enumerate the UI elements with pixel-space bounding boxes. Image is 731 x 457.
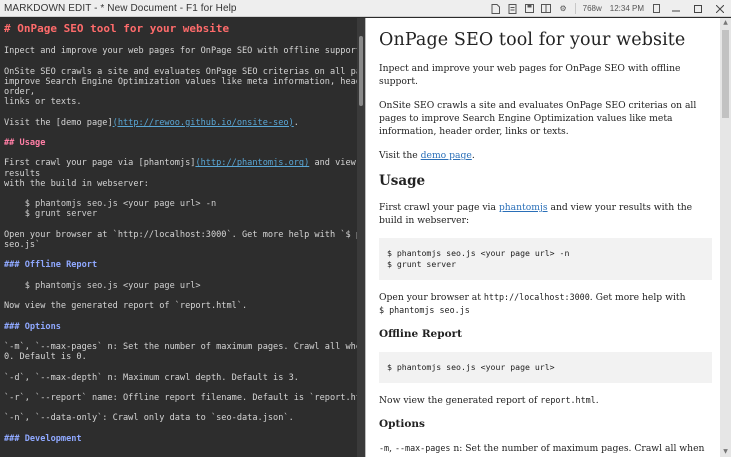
editor-blank-line (4, 148, 357, 158)
editor-code-line: $ phantomjs seo.js <your page url> (4, 280, 201, 291)
help-code: $ phantomjs seo.js (379, 305, 470, 315)
editor-line: with the build in webserver: (4, 178, 149, 189)
markdown-editor[interactable]: # OnPage SEO tool for your website Inpect… (0, 18, 357, 457)
demo-page-link[interactable]: demo page (421, 150, 472, 161)
editor-blank-line (4, 311, 357, 321)
editor-blank-line (4, 383, 357, 393)
options-heading: Options (379, 418, 425, 430)
text: Now view the generated report of (379, 395, 541, 406)
window-title: MARKDOWN EDIT - * New Document - F1 for … (4, 2, 237, 14)
report-code: report.html (540, 395, 596, 405)
editor-blank-line (4, 291, 357, 301)
editor-heading-3: ### Options (4, 321, 61, 332)
editor-link: (http://phantomjs.org) (195, 158, 310, 169)
scroll-up-icon[interactable]: ▲ (720, 18, 731, 28)
option-flag-long: --max-pages (394, 443, 451, 453)
localhost-code: http://localhost:3000 (483, 292, 590, 302)
editor-heading-1: # OnPage SEO tool for your website (4, 22, 230, 35)
editor-code-line: $ phantomjs seo.js <your page url> -n (4, 199, 217, 210)
close-button[interactable] (709, 0, 731, 17)
preview-intro: Inpect and improve your web pages for On… (379, 63, 681, 87)
save-icon[interactable] (524, 3, 535, 14)
editor-blank-line (4, 128, 357, 138)
separator (574, 3, 576, 14)
text: Visit the (379, 150, 421, 161)
editor-blank-line (4, 250, 357, 260)
usage-heading: Usage (379, 173, 426, 189)
phantomjs-link[interactable]: phantomjs (499, 202, 548, 213)
editor-text: First crawl your page via [phantomjs] (4, 158, 196, 169)
editor-line: OnSite SEO crawls a site and evaluates O… (4, 66, 357, 77)
clock: 12:34 PM (609, 4, 644, 13)
title-bar-controls: ⚙ 768w 12:34 PM (487, 0, 731, 17)
gear-icon[interactable]: ⚙ (558, 3, 569, 14)
preview-description: OnSite SEO crawls a site and evaluates O… (379, 100, 697, 137)
editor-blank-line (4, 271, 357, 281)
text: . Get more help with (589, 292, 686, 303)
status-icon (651, 3, 662, 14)
editor-line: Visit the [demo page](http://rewoo.githu… (4, 118, 357, 128)
editor-code-line: $ grunt server (4, 209, 98, 220)
editor-line: order, (4, 86, 36, 97)
document-icon[interactable] (490, 3, 501, 14)
usage-paragraph: First crawl your page via phantomjs and … (379, 201, 712, 227)
editor-line: `-m`, `--max-pages` n: Set the number of… (4, 341, 357, 352)
title-bar: MARKDOWN EDIT - * New Document - F1 for … (0, 0, 731, 17)
editor-blank-line (4, 56, 357, 66)
text: First crawl your page via (379, 202, 499, 213)
option-flag: -m (379, 443, 390, 453)
scroll-down-icon[interactable]: ▼ (720, 447, 731, 457)
editor-scrollbar-thumb[interactable] (359, 36, 363, 106)
editor-text: and view your (314, 158, 356, 169)
editor-line: improve Search Engine Optimization value… (4, 76, 357, 87)
editor-text: . (293, 117, 299, 128)
usage-code-block: $ phantomjs seo.js <your page url> -n $ … (379, 238, 712, 280)
preview-visit: Visit the demo page. (379, 149, 712, 162)
report-paragraph: Now view the generated report of report.… (379, 394, 712, 407)
browser-paragraph: Open your browser at http://localhost:30… (379, 291, 712, 317)
preview-title: OnPage SEO tool for your website (379, 30, 686, 50)
editor-blank-line (4, 107, 357, 117)
editor-link: (http://rewoo.github.io/onsite-seo) (112, 117, 294, 128)
word-count: 768w (582, 4, 602, 13)
options-paragraph: -m, --max-pages n: Set the number of max… (379, 442, 712, 457)
editor-line: Inpect and improve your web pages for On… (4, 46, 357, 57)
text: . (595, 395, 599, 406)
preview-scrollbar-thumb[interactable] (722, 30, 729, 118)
editor-line: Now view the generated report of `report… (4, 301, 248, 312)
editor-heading-2: ## Usage (4, 137, 46, 148)
minimize-button[interactable] (665, 0, 687, 17)
text: Open your browser at (379, 292, 484, 303)
offline-report-heading: Offline Report (379, 328, 462, 340)
editor-heading-3: ### Development (4, 433, 82, 444)
text: . (471, 150, 475, 161)
editor-line: 0. Default is 0. (4, 352, 87, 363)
editor-blank-line (4, 220, 357, 230)
editor-line: results (4, 168, 41, 179)
editor-heading-3: ### Offline Report (4, 260, 98, 271)
maximize-button[interactable] (687, 0, 709, 17)
editor-blank-line (4, 403, 357, 413)
editor-blank-line (4, 36, 357, 46)
editor-blank-line (4, 332, 357, 342)
markdown-preview: OnPage SEO tool for your website Inpect … (366, 18, 720, 457)
editor-blank-line (4, 189, 357, 199)
editor-text: Visit the [demo page] (4, 117, 113, 128)
editor-line: seo.js` (4, 239, 41, 250)
editor-line: links or texts. (4, 97, 82, 108)
offline-code-block: $ phantomjs seo.js <your page url> (379, 352, 712, 383)
editor-line: First crawl your page via [phantomjs](ht… (4, 158, 357, 168)
editor-line: `-d`, `--max-depth` n: Maximum crawl dep… (4, 372, 299, 383)
editor-line: Open your browser at `http://localhost:3… (4, 229, 357, 240)
editor-blank-line (4, 423, 357, 433)
editor-blank-line (4, 362, 357, 372)
editor-line: `-r`, `--report` name: Offline report fi… (4, 392, 357, 403)
toggle-preview-icon[interactable] (541, 3, 552, 14)
new-document-icon[interactable] (507, 3, 518, 14)
editor-line: `-n`, `--data-only`: Crawl only data to … (4, 413, 294, 424)
